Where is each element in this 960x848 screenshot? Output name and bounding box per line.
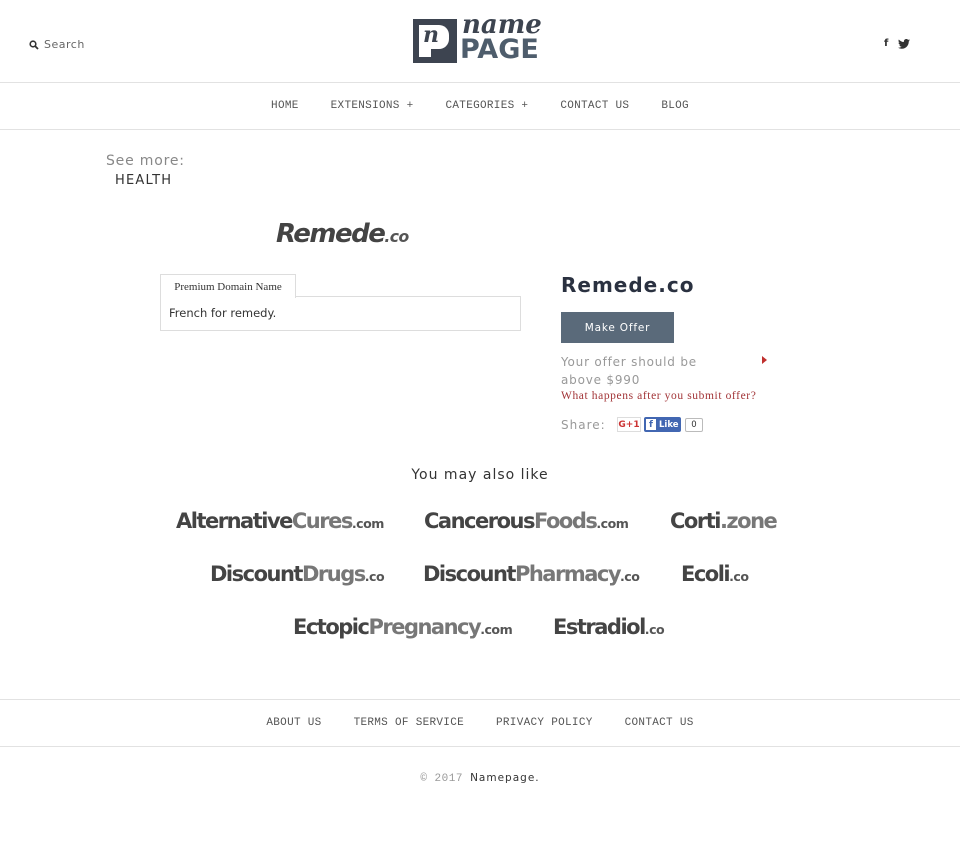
facebook-like-label: Like	[659, 419, 679, 430]
site-header: Search n name PAGE f	[0, 0, 960, 83]
footer-terms-of-service[interactable]: TERMS OF SERVICE	[354, 717, 464, 729]
see-more-label: See more:	[106, 153, 185, 169]
google-plus-button[interactable]: G+1	[617, 417, 641, 432]
footer-about-us[interactable]: ABOUT US	[266, 717, 321, 729]
caret-right-icon[interactable]	[762, 356, 767, 364]
tab-premium-domain-name[interactable]: Premium Domain Name	[160, 274, 296, 298]
related-domain[interactable]: Ecoli.co	[681, 562, 749, 586]
related-domain[interactable]: DiscountDrugs.co	[210, 562, 385, 586]
category-link-health[interactable]: HEALTH	[115, 173, 172, 188]
related-domain[interactable]: CancerousFoods.com	[424, 509, 629, 533]
nav-categories[interactable]: CATEGORIES +	[445, 100, 528, 112]
domain-logo: Remede.co	[276, 219, 409, 249]
domain-title: Remede.co	[561, 273, 695, 297]
social-links: f	[884, 38, 911, 49]
footer-contact-us[interactable]: CONTACT US	[625, 717, 694, 729]
footer-brand-link[interactable]: Namepage.	[470, 772, 540, 784]
facebook-like-count: 0	[685, 418, 703, 432]
nav-contact-us[interactable]: CONTACT US	[560, 100, 629, 112]
main-nav: HOME EXTENSIONS + CATEGORIES + CONTACT U…	[0, 83, 960, 130]
nav-blog[interactable]: BLOG	[661, 100, 689, 112]
search-button[interactable]: Search	[29, 38, 85, 51]
footer-nav: ABOUT US TERMS OF SERVICE PRIVACY POLICY…	[0, 699, 960, 747]
search-label: Search	[44, 38, 85, 51]
copyright-year: © 2017	[420, 773, 463, 785]
search-icon	[29, 39, 39, 50]
offer-process-link[interactable]: What happens after you submit offer?	[561, 390, 756, 402]
facebook-icon: f	[646, 419, 656, 430]
nav-extensions[interactable]: EXTENSIONS +	[331, 100, 414, 112]
related-domain[interactable]: Corti.zone	[670, 509, 778, 533]
copyright: © 2017 Namepage.	[0, 772, 960, 785]
logo-mark: n	[413, 19, 457, 63]
make-offer-button[interactable]: Make Offer	[561, 312, 674, 343]
twitter-icon[interactable]	[898, 38, 911, 49]
logo-word-page: PAGE	[460, 34, 539, 65]
site-logo[interactable]: n name PAGE	[412, 10, 550, 65]
facebook-icon[interactable]: f	[884, 38, 888, 49]
domain-description: French for remedy.	[160, 296, 521, 331]
related-domain[interactable]: AlternativeCures.com	[176, 509, 384, 533]
related-domain[interactable]: Estradiol.co	[553, 615, 665, 639]
related-domain[interactable]: DiscountPharmacy.co	[423, 562, 640, 586]
minimum-offer-note: Your offer should be above $990	[561, 355, 697, 387]
related-heading: You may also like	[411, 467, 549, 483]
share-label: Share:	[561, 418, 606, 432]
footer-privacy-policy[interactable]: PRIVACY POLICY	[496, 717, 593, 729]
related-domain[interactable]: EctopicPregnancy.com	[293, 615, 513, 639]
nav-home[interactable]: HOME	[271, 100, 299, 112]
facebook-like-button[interactable]: f Like	[644, 417, 681, 432]
